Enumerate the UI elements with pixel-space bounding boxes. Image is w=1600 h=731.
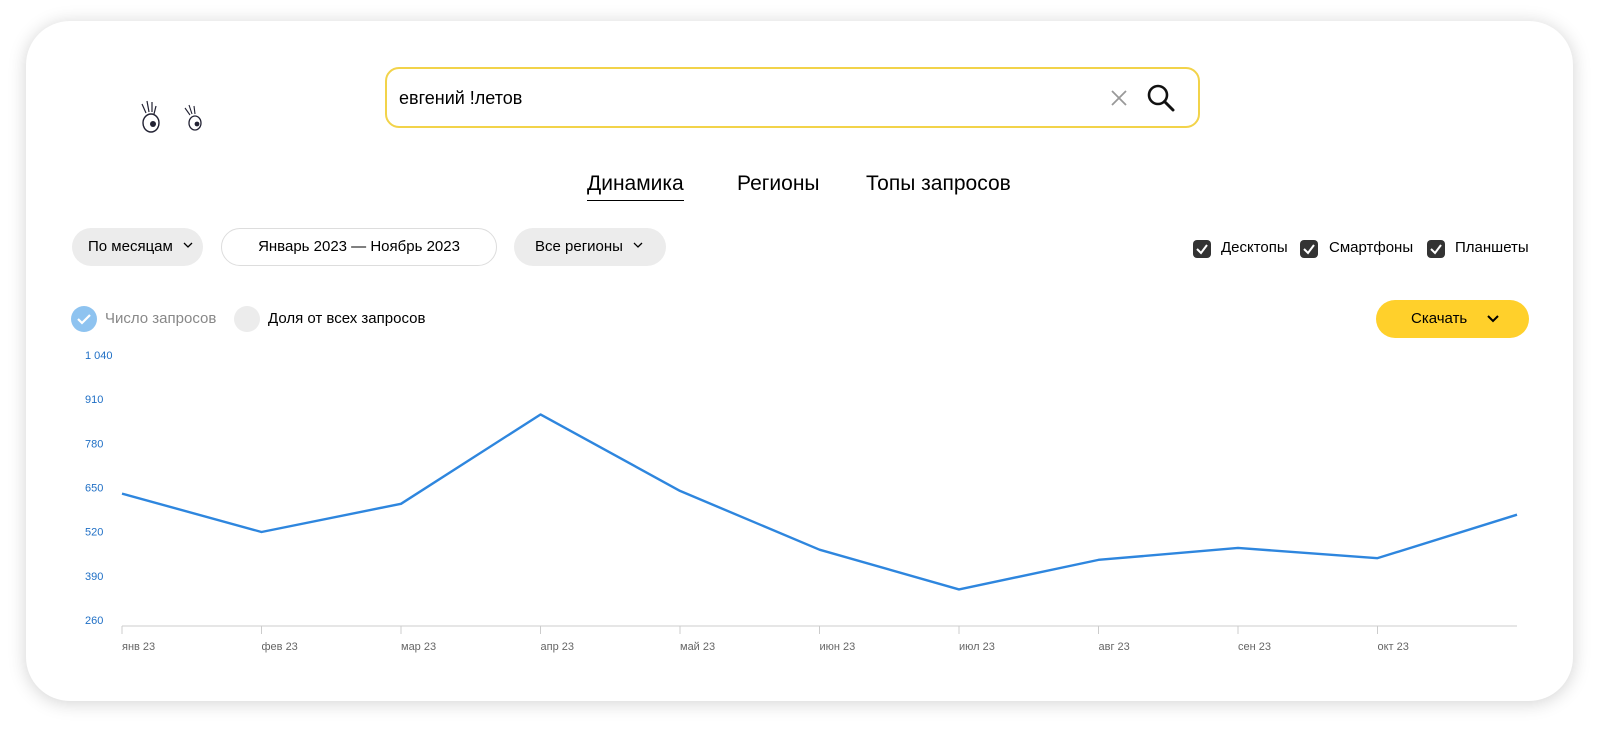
- x-tick-label: июн 23: [820, 641, 856, 653]
- y-tick-label: 390: [85, 571, 103, 583]
- x-tick-label: апр 23: [541, 641, 574, 653]
- x-tick-label: мар 23: [401, 641, 436, 653]
- x-tick-label: авг 23: [1099, 641, 1130, 653]
- series-line: [121, 413, 1518, 591]
- x-tick-label: фев 23: [262, 641, 298, 653]
- y-tick-label: 520: [85, 527, 103, 539]
- line-chart: 260 390 520 650 780 910 1 040 янв 23 фев 23 мар 2…: [85, 350, 1518, 653]
- y-tick-label: 260: [85, 615, 103, 627]
- x-tick-label: янв 23: [122, 641, 155, 653]
- y-tick-label: 650: [85, 483, 103, 495]
- x-tick-label: окт 23: [1378, 641, 1409, 653]
- y-tick-label: 910: [85, 394, 103, 406]
- y-tick-label: 1 040: [85, 350, 113, 362]
- x-tick-label: май 23: [680, 641, 715, 653]
- y-tick-label: 780: [85, 438, 103, 450]
- x-tick-label: сен 23: [1238, 641, 1271, 653]
- x-tick-label: июл 23: [959, 641, 995, 653]
